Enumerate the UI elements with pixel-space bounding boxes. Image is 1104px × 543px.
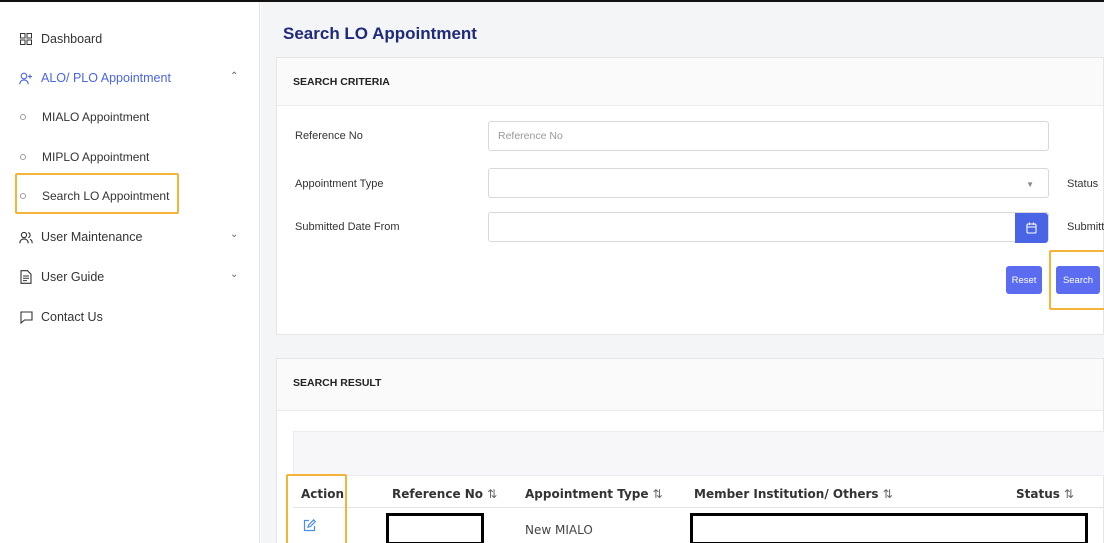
sidebar-item-user-maintenance[interactable]: User Maintenance <box>18 226 142 248</box>
bullet-icon <box>20 154 26 160</box>
users-icon <box>18 231 34 244</box>
sidebar: Dashboard ALO/ PLO Appointment ⌃ MIALO A… <box>0 2 260 543</box>
dashboard-grid-icon <box>18 33 34 45</box>
sort-icon[interactable]: ⇅ <box>1064 487 1074 501</box>
sidebar-item-label: Contact Us <box>41 310 103 324</box>
search-result-header: SEARCH RESULT <box>277 359 1103 411</box>
dropdown-arrow-icon: ▼ <box>1026 180 1034 189</box>
redacted-reference-no <box>386 513 484 543</box>
sidebar-item-label: User Guide <box>41 270 105 284</box>
appointment-type-select[interactable]: ▼ <box>488 168 1049 198</box>
column-header-action: Action <box>301 487 345 501</box>
sidebar-subitem-miplo-appointment[interactable]: MIPLO Appointment <box>20 146 149 168</box>
column-header-appointment-type[interactable]: Appointment Type ⇅ <box>525 487 663 501</box>
submitted-date-to-label: Submitte <box>1067 221 1104 233</box>
appointment-type-label: Appointment Type <box>295 178 384 190</box>
sidebar-item-label: User Maintenance <box>41 230 143 244</box>
sidebar-item-label: Dashboard <box>41 32 103 46</box>
column-header-label: Status <box>1016 487 1060 501</box>
sort-icon[interactable]: ⇅ <box>487 487 497 501</box>
column-header-label: Reference No <box>392 487 484 501</box>
main-content: Search LO Appointment SEARCH CRITERIA Re… <box>261 2 1104 543</box>
page-title: Search LO Appointment <box>283 24 477 43</box>
calendar-button[interactable] <box>1015 213 1048 243</box>
calendar-icon <box>1026 222 1037 234</box>
status-label: Status <box>1067 178 1099 190</box>
search-button[interactable]: Search <box>1056 266 1100 294</box>
bullet-icon <box>20 193 26 199</box>
chevron-down-icon[interactable]: ⌄ <box>230 229 238 240</box>
sidebar-item-contact-us[interactable]: Contact Us <box>18 306 103 328</box>
sidebar-subitem-label: MIPLO Appointment <box>42 150 150 164</box>
bullet-icon <box>20 114 26 120</box>
search-criteria-card: SEARCH CRITERIA Reference No Appointment… <box>276 57 1104 335</box>
table-cell-appointment-type: New MIALO <box>525 523 593 537</box>
column-header-reference-no[interactable]: Reference No ⇅ <box>392 487 497 501</box>
sort-icon[interactable]: ⇅ <box>653 487 663 501</box>
sort-icon[interactable]: ⇅ <box>883 487 893 501</box>
submitted-date-from-label: Submitted Date From <box>295 221 400 233</box>
submitted-date-from-input[interactable] <box>488 212 1049 243</box>
column-header-status[interactable]: Status ⇅ <box>1016 487 1074 501</box>
redacted-member-institution <box>690 513 1088 543</box>
search-result-heading: SEARCH RESULT <box>293 377 382 389</box>
column-header-member-institution[interactable]: Member Institution/ Others ⇅ <box>694 487 893 501</box>
chevron-down-icon[interactable]: ⌄ <box>230 269 238 280</box>
table-header-divider <box>293 507 1104 508</box>
chevron-up-icon[interactable]: ⌃ <box>230 71 238 82</box>
reference-no-label: Reference No <box>295 130 363 142</box>
search-criteria-heading: SEARCH CRITERIA <box>293 76 390 88</box>
reset-button[interactable]: Reset <box>1006 266 1042 294</box>
search-criteria-header: SEARCH CRITERIA <box>277 58 1103 106</box>
reference-no-input[interactable] <box>488 121 1049 151</box>
sidebar-subitem-label: Search LO Appointment <box>42 189 170 203</box>
sidebar-item-label: ALO/ PLO Appointment <box>41 71 171 85</box>
sidebar-subitem-label: MIALO Appointment <box>42 110 150 124</box>
chat-icon <box>18 310 34 324</box>
edit-icon[interactable] <box>303 519 317 537</box>
table-toolbar <box>293 431 1104 476</box>
sidebar-item-alo-plo-appointment[interactable]: ALO/ PLO Appointment <box>18 67 171 89</box>
sidebar-subitem-mialo-appointment[interactable]: MIALO Appointment <box>20 106 149 128</box>
sidebar-subitem-search-lo-appointment[interactable]: Search LO Appointment <box>20 185 169 207</box>
user-add-icon <box>18 72 34 85</box>
sidebar-item-user-guide[interactable]: User Guide <box>18 266 104 288</box>
sidebar-item-dashboard[interactable]: Dashboard <box>18 28 102 50</box>
column-header-label: Appointment Type <box>525 487 649 501</box>
document-icon <box>18 270 34 284</box>
column-header-label: Member Institution/ Others <box>694 487 879 501</box>
